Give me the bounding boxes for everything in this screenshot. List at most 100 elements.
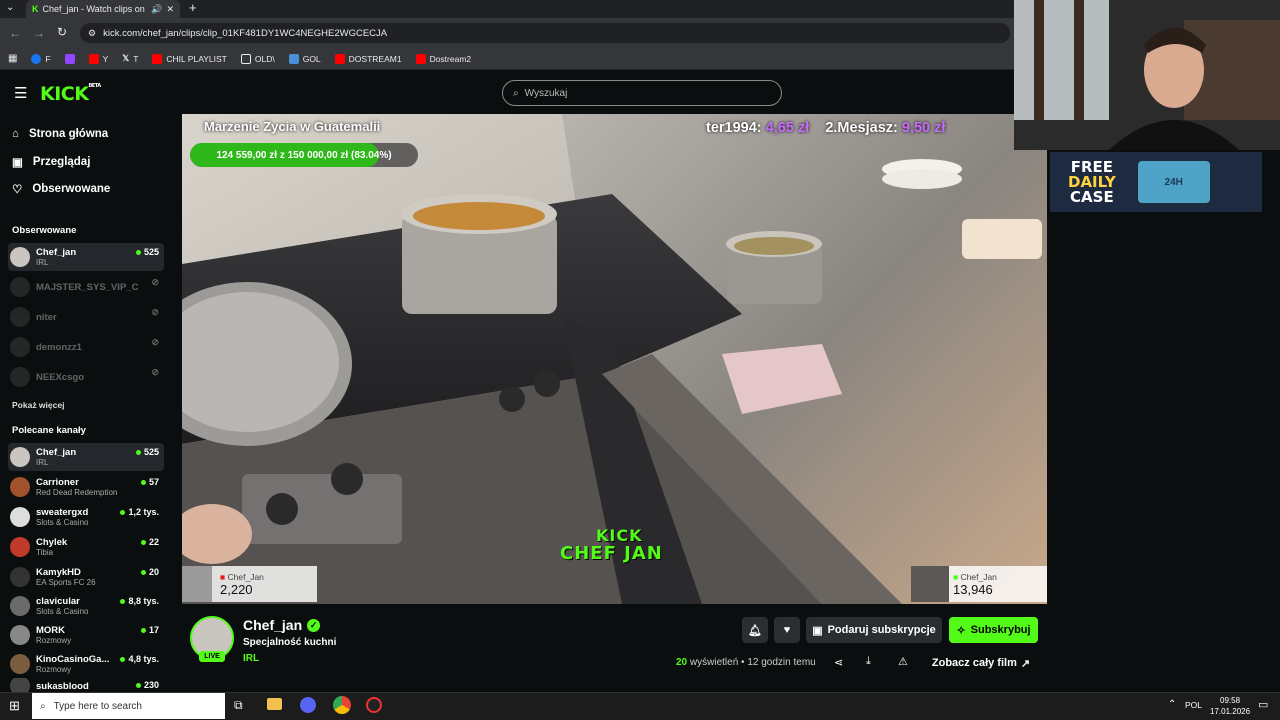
followed-channel[interactable]: Chef_jan IRL 525 bbox=[8, 243, 164, 271]
bookmark-twitch[interactable] bbox=[64, 53, 75, 64]
language-indicator[interactable]: POL bbox=[1185, 700, 1202, 710]
recommended-channel[interactable]: KamykHD EA Sports FC 26 20 bbox=[8, 563, 164, 591]
recommended-channel[interactable]: MORK Rozmowy 17 bbox=[8, 621, 164, 649]
bookmark-chil-playlist[interactable]: CHIL PLAYLIST bbox=[152, 53, 227, 64]
donation-ticker: ter1994: 4,65 zł 2.Mesjasz: 9,50 zł bbox=[706, 120, 946, 136]
offline-icon: ⊘ bbox=[151, 307, 159, 317]
search-placeholder: Wyszukaj bbox=[524, 87, 568, 99]
followed-channel[interactable]: demonzz1 ⊘ bbox=[8, 333, 164, 361]
avatar bbox=[10, 277, 30, 297]
new-tab-button[interactable]: + bbox=[189, 0, 197, 15]
notification-bell-button[interactable]: 🔔︎ bbox=[742, 617, 768, 643]
facebook-icon bbox=[31, 53, 42, 64]
report-icon[interactable]: ⚠ bbox=[898, 655, 908, 668]
bookmark-x[interactable]: 𝕏T bbox=[122, 53, 138, 64]
url-field[interactable]: ⚙ kick.com/chef_jan/clips/clip_01KF481DY… bbox=[80, 23, 1010, 43]
menu-icon[interactable]: ☰ bbox=[14, 84, 27, 102]
kick-favicon-icon: K bbox=[32, 4, 39, 14]
home-icon: ⌂ bbox=[12, 128, 19, 140]
kick-small-icon: ■ bbox=[953, 571, 959, 582]
category-link[interactable]: IRL bbox=[243, 653, 259, 664]
followed-channel[interactable]: MAJSTER_SYS_VIP_C ⊘ bbox=[8, 273, 164, 301]
streamer-thumbnail bbox=[911, 566, 949, 602]
clip-title: Specjalność kuchni bbox=[243, 637, 337, 648]
watch-full-video-button[interactable]: Zobacz cały film ↗ bbox=[924, 650, 1038, 676]
windows-start-icon[interactable]: ⊞ bbox=[9, 698, 20, 714]
recommended-channel[interactable]: Chylek Tibia 22 bbox=[8, 533, 164, 561]
case-image: 24H bbox=[1137, 161, 1210, 203]
followed-channel[interactable]: NEEXcsgo ⊘ bbox=[8, 363, 164, 391]
avatar bbox=[10, 567, 30, 587]
live-badge: LIVE bbox=[199, 651, 225, 662]
gift-icon: ▣ bbox=[812, 624, 823, 637]
free-case-banner: FREE DAILY CASE 24H bbox=[1050, 152, 1262, 212]
subscribe-button[interactable]: ✧ Subskrybuj bbox=[949, 617, 1038, 643]
avatar bbox=[10, 625, 30, 645]
bookmark-youtube[interactable]: Y bbox=[88, 53, 108, 64]
offline-icon: ⊘ bbox=[151, 277, 159, 287]
tray-chevron-icon[interactable]: ⌃ bbox=[1168, 699, 1176, 710]
tab-close-icon[interactable]: ✕ bbox=[166, 4, 174, 15]
goal-title: Marzenie Zycia w Guatemalii bbox=[204, 119, 381, 134]
app-icon[interactable] bbox=[366, 697, 382, 713]
notifications-icon[interactable]: ▭ bbox=[1258, 698, 1268, 711]
heart-icon: ♥ bbox=[783, 624, 791, 636]
verified-icon: ✓ bbox=[307, 618, 321, 632]
avatar bbox=[10, 247, 30, 267]
youtube-icon bbox=[88, 53, 99, 64]
nav-browse[interactable]: ▣ Przeglądaj bbox=[12, 155, 90, 169]
avatar bbox=[10, 477, 30, 497]
kick-small-icon: ■ bbox=[220, 571, 226, 582]
browser-tab[interactable]: K Chef_jan - Watch clips on K 🔊 ✕ bbox=[26, 0, 180, 18]
bookmark-dostream2[interactable]: Dostream2 bbox=[415, 53, 471, 64]
recommended-channel[interactable]: sweatergxd Slots & Casino 1,2 tys. bbox=[8, 503, 164, 531]
channel-name: Chef_jan bbox=[243, 617, 303, 633]
channel-name-row[interactable]: Chef_jan ✓ bbox=[243, 617, 321, 633]
search-input[interactable]: ⌕ Wyszukaj bbox=[502, 80, 782, 106]
live-dot-icon bbox=[120, 509, 126, 515]
bookmark-dostream1[interactable]: DOSTREAM1 bbox=[334, 53, 402, 64]
reload-icon[interactable]: ↻ bbox=[57, 25, 67, 39]
heart-icon: ♡ bbox=[12, 184, 23, 196]
back-icon[interactable]: ← bbox=[9, 26, 21, 40]
clock[interactable]: 09:58 17.01.2026 bbox=[1210, 695, 1250, 717]
site-info-icon[interactable]: ⚙ bbox=[88, 28, 96, 39]
bookmark-gol[interactable]: GOL bbox=[288, 53, 321, 64]
task-view-icon[interactable]: ⧉ bbox=[234, 698, 243, 713]
file-explorer-icon[interactable] bbox=[267, 698, 282, 710]
gift-subs-button[interactable]: ▣ Podaruj subskrypcje bbox=[806, 617, 942, 643]
followed-channel[interactable]: niter ⊘ bbox=[8, 303, 164, 331]
audio-icon[interactable]: 🔊 bbox=[151, 4, 162, 15]
avatar bbox=[10, 337, 30, 357]
show-more-link[interactable]: Pokaż więcej bbox=[12, 400, 64, 410]
forward-icon[interactable]: → bbox=[33, 26, 45, 40]
bookmark-facebook[interactable]: F bbox=[31, 53, 51, 64]
recommended-channel[interactable]: Chef_jan IRL 525 bbox=[8, 443, 164, 471]
sub-count: 13,946 bbox=[953, 581, 993, 597]
avatar bbox=[10, 507, 30, 527]
bookmark-old[interactable]: OLD\ bbox=[240, 53, 275, 64]
sidebar: ⌂ Strona główna ▣ Przeglądaj ♡ Obserwowane … bbox=[0, 114, 168, 694]
sub-counter-right: ■ Chef_Jan 13,946 bbox=[911, 566, 1047, 602]
streamer-thumbnail bbox=[182, 566, 212, 602]
watermark-channel: CHEF JAN bbox=[560, 543, 663, 564]
youtube-icon bbox=[415, 53, 426, 64]
share-icon[interactable]: ⋖ bbox=[834, 656, 843, 669]
bookmarks-bar: ▦ F Y 𝕏T CHIL PLAYLIST OLD\ GOL DOSTREAM… bbox=[0, 48, 1015, 70]
nav-home[interactable]: ⌂ Strona główna bbox=[12, 128, 108, 140]
apps-grid-icon[interactable]: ▦ bbox=[8, 53, 17, 64]
recommended-channel[interactable]: Carrioner Red Dead Redemption 57 bbox=[8, 473, 164, 501]
live-dot-icon bbox=[120, 598, 126, 604]
tab-list-icon[interactable]: ⌄ bbox=[6, 2, 14, 13]
taskbar-search-input[interactable]: ⌕ Type here to search bbox=[32, 693, 225, 719]
discord-icon[interactable] bbox=[300, 697, 316, 713]
recommended-channel[interactable]: KinoCasinoGa... Rozmowy 4,8 tys. bbox=[8, 650, 164, 678]
chrome-icon[interactable] bbox=[333, 696, 351, 714]
download-icon[interactable]: ⤓ bbox=[866, 655, 871, 668]
nav-following[interactable]: ♡ Obserwowane bbox=[12, 182, 110, 196]
youtube-icon bbox=[334, 53, 345, 64]
follow-button[interactable]: ♥ bbox=[774, 617, 800, 643]
recommended-channel[interactable]: clavicular Slots & Casino 8,8 tys. bbox=[8, 592, 164, 620]
kick-logo[interactable]: KICKBETA bbox=[40, 83, 101, 105]
offline-icon: ⊘ bbox=[151, 367, 159, 377]
